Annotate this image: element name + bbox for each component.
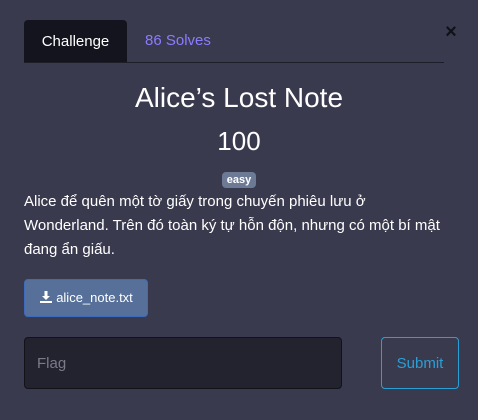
flag-input[interactable] [24,337,342,389]
tab-challenge[interactable]: Challenge [24,20,127,62]
challenge-title: Alice’s Lost Note [134,82,344,113]
challenge-modal: Challenge 86 Solves × Alice’s Lost Note … [0,0,478,420]
challenge-points: 100 [217,126,261,156]
submit-button[interactable]: Submit [381,337,459,389]
close-icon: × [445,21,457,43]
badge-container: easy [0,172,478,188]
difficulty-badge: easy [221,172,257,188]
challenge-description: Alice để quên một tờ giấy trong chuyến p… [24,193,440,258]
attachment-filename: alice_note.txt [56,290,133,305]
tab-solves[interactable]: 86 Solves [129,20,227,62]
close-button[interactable]: × [441,20,461,44]
tab-bar: Challenge 86 Solves [24,20,444,63]
download-icon [40,290,53,303]
download-attachment-button[interactable]: alice_note.txt [24,279,148,317]
